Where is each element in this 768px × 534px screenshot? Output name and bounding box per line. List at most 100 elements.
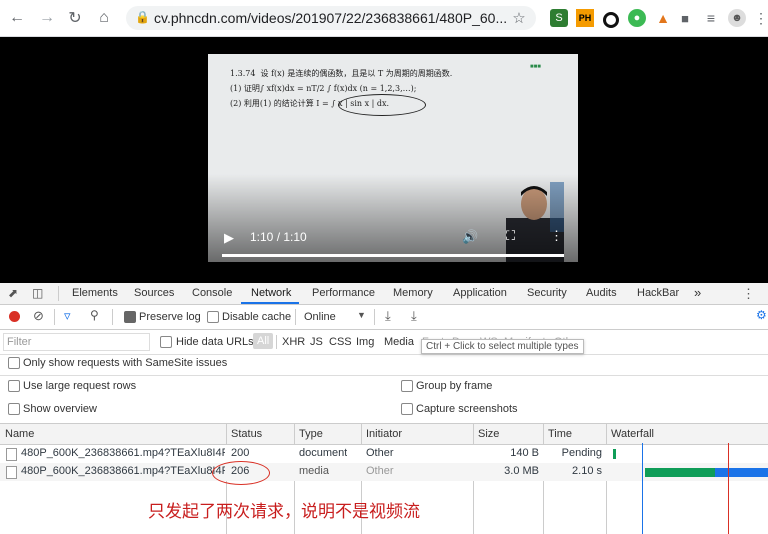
active-tab-indicator [241, 302, 299, 304]
request-initiator: Other [366, 447, 394, 459]
request-time: Pending [561, 447, 602, 459]
lock-icon: 🔒 [135, 10, 150, 24]
load-line [728, 443, 729, 534]
type-filter-js[interactable]: JS [310, 336, 323, 348]
search-icon[interactable]: ⚲ [90, 308, 99, 322]
type-filter-media[interactable]: Media [384, 336, 414, 348]
group-by-frame-checkbox[interactable] [401, 380, 413, 392]
request-size: 3.0 MB [504, 465, 539, 477]
puzzle-icon[interactable]: ■ [676, 9, 694, 27]
url-text: cv.phncdn.com/videos/201907/22/236838661… [154, 10, 508, 26]
filter-placeholder: Filter [7, 336, 32, 348]
green-extension-icon[interactable]: ● [628, 9, 646, 27]
large-rows-checkbox[interactable] [8, 380, 20, 392]
type-filter-xhr[interactable]: XHR [282, 336, 305, 348]
type-filter-css[interactable]: CSS [329, 336, 352, 348]
hide-data-urls-checkbox[interactable] [160, 336, 172, 348]
network-toolbar: ⊘ ▿ ⚲ Preserve log Disable cache Online … [0, 305, 768, 330]
video-player[interactable]: 1.3.74 设 f(x) 是连续的偶函数，且是以 T 为周期的周期函数. (1)… [208, 54, 578, 262]
col-waterfall[interactable]: Waterfall [611, 428, 654, 440]
progress-bar[interactable] [222, 254, 564, 257]
tab-audits[interactable]: Audits [586, 287, 617, 299]
more-tabs-button[interactable]: » [694, 285, 701, 300]
samesite-checkbox[interactable] [8, 357, 20, 369]
menu-icon[interactable]: ⋮ [752, 9, 768, 27]
browser-toolbar: ← → ↻ ⌂ 🔒 cv.phncdn.com/videos/201907/22… [0, 0, 768, 37]
tab-elements[interactable]: Elements [72, 287, 118, 299]
more-options-icon[interactable]: ⋮ [550, 228, 563, 244]
tab-security[interactable]: Security [527, 287, 567, 299]
tab-performance[interactable]: Performance [312, 287, 375, 299]
address-bar[interactable]: 🔒 cv.phncdn.com/videos/201907/22/2368386… [126, 6, 536, 30]
group-by-frame-label: Group by frame [416, 380, 493, 392]
show-overview-checkbox[interactable] [8, 403, 20, 415]
annotation-text: 只发起了两次请求，说明不是视频流 [148, 502, 420, 522]
col-name[interactable]: Name [5, 428, 34, 440]
circle-extension-icon[interactable] [603, 12, 619, 28]
col-size[interactable]: Size [478, 428, 499, 440]
table-row[interactable]: 480P_600K_236838661.mp4?TEaXlu8I4Rs... 2… [0, 445, 768, 463]
request-type: media [299, 465, 329, 477]
extension-icon[interactable]: S [550, 9, 568, 27]
tab-sources[interactable]: Sources [134, 287, 174, 299]
request-initiator: Other [366, 465, 394, 477]
tab-console[interactable]: Console [192, 287, 232, 299]
bookmark-star-icon[interactable]: ☆ [508, 7, 530, 29]
device-toggle-icon[interactable]: ◫ [32, 286, 43, 300]
capture-screenshots-checkbox[interactable] [401, 403, 413, 415]
devtools-tabbar: ⬈ ◫ Elements Sources Console Network Per… [0, 283, 768, 305]
tab-network[interactable]: Network [251, 287, 291, 299]
request-name: 480P_600K_236838661.mp4?TEaXlu8I4Rs... [21, 465, 225, 477]
tab-memory[interactable]: Memory [393, 287, 433, 299]
col-time[interactable]: Time [548, 428, 572, 440]
request-name: 480P_600K_236838661.mp4?TEaXlu8I4Rs... [21, 447, 225, 459]
fullscreen-icon[interactable]: ⛶ [506, 228, 515, 244]
request-status: 200 [231, 447, 250, 459]
volume-icon[interactable]: 🔊 [462, 229, 478, 245]
tooltip: Ctrl + Click to select multiple types [421, 339, 584, 354]
ph-extension-icon[interactable]: PH [576, 9, 594, 27]
type-filter-img[interactable]: Img [356, 336, 374, 348]
preserve-log-checkbox[interactable] [124, 311, 136, 323]
waterfall-bar-download [715, 468, 768, 477]
disable-cache-checkbox[interactable] [207, 311, 219, 323]
playlist-icon[interactable]: ≡ [702, 9, 720, 27]
table-row[interactable]: 480P_600K_236838661.mp4?TEaXlu8I4Rs... 2… [0, 463, 768, 481]
col-initiator[interactable]: Initiator [366, 428, 402, 440]
dom-content-loaded-line [642, 443, 643, 534]
tab-application[interactable]: Application [453, 287, 507, 299]
tab-hackbar[interactable]: HackBar [637, 287, 679, 299]
home-icon[interactable]: ⌂ [93, 7, 115, 29]
inspect-icon[interactable]: ⬈ [8, 286, 18, 300]
col-status[interactable]: Status [231, 428, 262, 440]
back-icon[interactable]: ← [6, 7, 28, 29]
request-type: document [299, 447, 348, 459]
devtools-menu-icon[interactable]: ⋮ [742, 286, 755, 302]
import-har-icon[interactable]: ⤓ [385, 308, 391, 324]
forward-icon[interactable]: → [36, 7, 58, 29]
reload-icon[interactable]: ↻ [64, 7, 86, 29]
export-har-icon[interactable]: ⤓ [411, 308, 417, 324]
watermark-logo: ■■■ [530, 64, 541, 70]
samesite-label: Only show requests with SameSite issues [23, 357, 228, 369]
capture-screenshots-label: Capture screenshots [416, 403, 518, 415]
settings-gear-icon[interactable]: ⚙ [756, 308, 767, 322]
document-icon [6, 448, 17, 461]
metamask-icon[interactable]: ▲ [654, 9, 672, 27]
chevron-down-icon[interactable]: ▼ [357, 310, 366, 320]
large-rows-label: Use large request rows [23, 380, 137, 392]
clear-icon[interactable]: ⊘ [33, 308, 44, 324]
annotation-circle [212, 461, 270, 485]
filter-icon[interactable]: ▿ [64, 308, 71, 324]
play-icon[interactable]: ▶ [224, 230, 234, 246]
throttling-select[interactable]: Online [304, 311, 336, 323]
avatar[interactable]: ☻ [728, 9, 746, 27]
filter-bar: Filter Hide data URLs All XHR JS CSS Img… [0, 330, 768, 355]
type-filter-all[interactable]: All [253, 333, 274, 349]
record-icon[interactable] [9, 311, 20, 322]
show-overview-label: Show overview [23, 403, 97, 415]
filter-input[interactable]: Filter [3, 333, 150, 351]
waterfall-bar [613, 449, 616, 459]
request-size: 140 B [510, 447, 539, 459]
col-type[interactable]: Type [299, 428, 323, 440]
